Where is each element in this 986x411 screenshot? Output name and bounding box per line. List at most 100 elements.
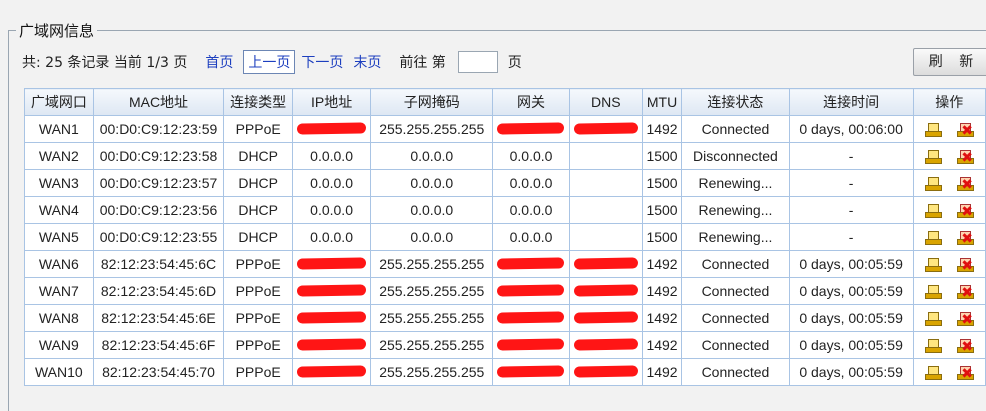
goto-page-input[interactable]: [457, 51, 498, 73]
disconnect-icon[interactable]: ✖: [957, 338, 975, 353]
goto-suffix: 页: [507, 55, 522, 71]
mac-cell: 82:12:23:54:45:70: [92, 358, 225, 386]
last-page-link[interactable]: 末页: [353, 52, 381, 72]
disconnect-icon[interactable]: ✖: [957, 257, 975, 272]
mask-cell: 0.0.0.0: [370, 142, 494, 170]
status-cell: Renewing...: [681, 169, 790, 197]
record-summary: 共: 25 条记录 当前 1/3 页: [22, 55, 188, 71]
connect-icon[interactable]: [925, 311, 943, 326]
connect-icon[interactable]: [925, 230, 943, 245]
time-cell: -: [788, 142, 914, 170]
ip-cell: 0.0.0.0: [292, 196, 372, 224]
redaction-mark: [573, 257, 639, 270]
redaction-mark: [573, 338, 639, 351]
type-cell: PPPoE: [223, 358, 294, 386]
col-header-mac: MAC地址: [92, 88, 225, 116]
table-row: WAN5 00:D0:C9:12:23:55 DHCP 0.0.0.0 0.0.0.0 0…: [24, 223, 986, 251]
time-cell: 0 days, 00:06:00: [788, 115, 914, 143]
connect-icon[interactable]: [925, 284, 943, 299]
gateway-cell: [492, 115, 570, 143]
prev-page-link[interactable]: 上一页: [243, 50, 296, 74]
pagination-bar: 共: 25 条记录 当前 1/3 页 首页 上一页 下一页 末页 前往 第 页: [22, 50, 528, 74]
disconnect-icon[interactable]: ✖: [957, 284, 975, 299]
refresh-button[interactable]: 刷 新: [913, 48, 986, 76]
mac-cell: 82:12:23:54:45:6F: [92, 331, 225, 359]
dns-cell: [568, 331, 643, 359]
redaction-mark: [497, 257, 565, 270]
mask-cell: 0.0.0.0: [370, 169, 494, 197]
time-cell: -: [788, 196, 914, 224]
type-cell: PPPoE: [223, 277, 294, 305]
connect-icon[interactable]: [925, 149, 943, 164]
mtu-cell: 1500: [641, 196, 683, 224]
redaction-mark: [497, 338, 565, 351]
port-cell: WAN5: [24, 223, 94, 251]
redaction-mark: [296, 338, 367, 351]
type-cell: DHCP: [223, 196, 294, 224]
disconnect-icon[interactable]: ✖: [957, 203, 975, 218]
gateway-cell: [492, 358, 570, 386]
table-row: WAN1 00:D0:C9:12:23:59 PPPoE 255.255.255.25…: [24, 115, 986, 143]
redaction-mark: [497, 284, 565, 297]
table-row: WAN3 00:D0:C9:12:23:57 DHCP 0.0.0.0 0.0.0.0 0…: [24, 169, 986, 197]
port-cell: WAN8: [24, 304, 94, 332]
disconnect-icon[interactable]: ✖: [957, 311, 975, 326]
mask-cell: 255.255.255.255: [370, 331, 494, 359]
table-row: WAN9 82:12:23:54:45:6F PPPoE 255.255.255.25…: [24, 331, 986, 359]
dns-cell: [568, 304, 643, 332]
actions-cell: ✖: [912, 196, 986, 224]
disconnect-icon[interactable]: ✖: [957, 149, 975, 164]
redaction-mark: [296, 284, 367, 297]
dns-cell: [568, 169, 643, 197]
col-header-ip: IP地址: [292, 88, 372, 116]
redaction-mark: [573, 365, 639, 378]
redaction-mark: [573, 311, 639, 324]
table-row: WAN10 82:12:23:54:45:70 PPPoE 255.255.255.2…: [24, 358, 986, 386]
ip-cell: 0.0.0.0: [292, 169, 372, 197]
mac-cell: 00:D0:C9:12:23:56: [92, 196, 225, 224]
mac-cell: 00:D0:C9:12:23:58: [92, 142, 225, 170]
status-cell: Connected: [681, 358, 790, 386]
ip-cell: [292, 115, 372, 143]
connect-icon[interactable]: [925, 365, 943, 380]
ip-cell: 0.0.0.0: [292, 223, 372, 251]
port-cell: WAN7: [24, 277, 94, 305]
dns-cell: [568, 223, 643, 251]
connect-icon[interactable]: [925, 338, 943, 353]
port-cell: WAN2: [24, 142, 94, 170]
next-page-link[interactable]: 下一页: [301, 52, 343, 72]
section-title: 广域网信息: [16, 20, 98, 41]
actions-cell: ✖: [912, 115, 986, 143]
connect-icon[interactable]: [925, 257, 943, 272]
status-cell: Renewing...: [681, 223, 790, 251]
status-cell: Connected: [681, 250, 790, 278]
col-header-mask: 子网掩码: [370, 88, 494, 116]
mtu-cell: 1500: [641, 169, 683, 197]
ip-cell: [292, 358, 372, 386]
actions-cell: ✖: [912, 331, 986, 359]
goto-prefix: 前往 第: [399, 55, 446, 71]
disconnect-icon[interactable]: ✖: [957, 176, 975, 191]
mask-cell: 0.0.0.0: [370, 223, 494, 251]
port-cell: WAN6: [24, 250, 94, 278]
disconnect-icon[interactable]: ✖: [957, 365, 975, 380]
mask-cell: 0.0.0.0: [370, 196, 494, 224]
connect-icon[interactable]: [925, 176, 943, 191]
dns-cell: [568, 142, 643, 170]
disconnect-icon[interactable]: ✖: [957, 230, 975, 245]
mac-cell: 00:D0:C9:12:23:55: [92, 223, 225, 251]
mac-cell: 00:D0:C9:12:23:57: [92, 169, 225, 197]
disconnect-icon[interactable]: ✖: [957, 122, 975, 137]
time-cell: 0 days, 00:05:59: [788, 304, 914, 332]
type-cell: PPPoE: [223, 331, 294, 359]
connect-icon[interactable]: [925, 122, 943, 137]
type-cell: DHCP: [223, 223, 294, 251]
status-cell: Connected: [681, 277, 790, 305]
col-header-status: 连接状态: [681, 88, 790, 116]
col-header-port: 广域网口: [24, 88, 94, 116]
status-cell: Disconnected: [681, 142, 790, 170]
dns-cell: [568, 196, 643, 224]
first-page-link[interactable]: 首页: [205, 52, 233, 72]
connect-icon[interactable]: [925, 203, 943, 218]
port-cell: WAN4: [24, 196, 94, 224]
